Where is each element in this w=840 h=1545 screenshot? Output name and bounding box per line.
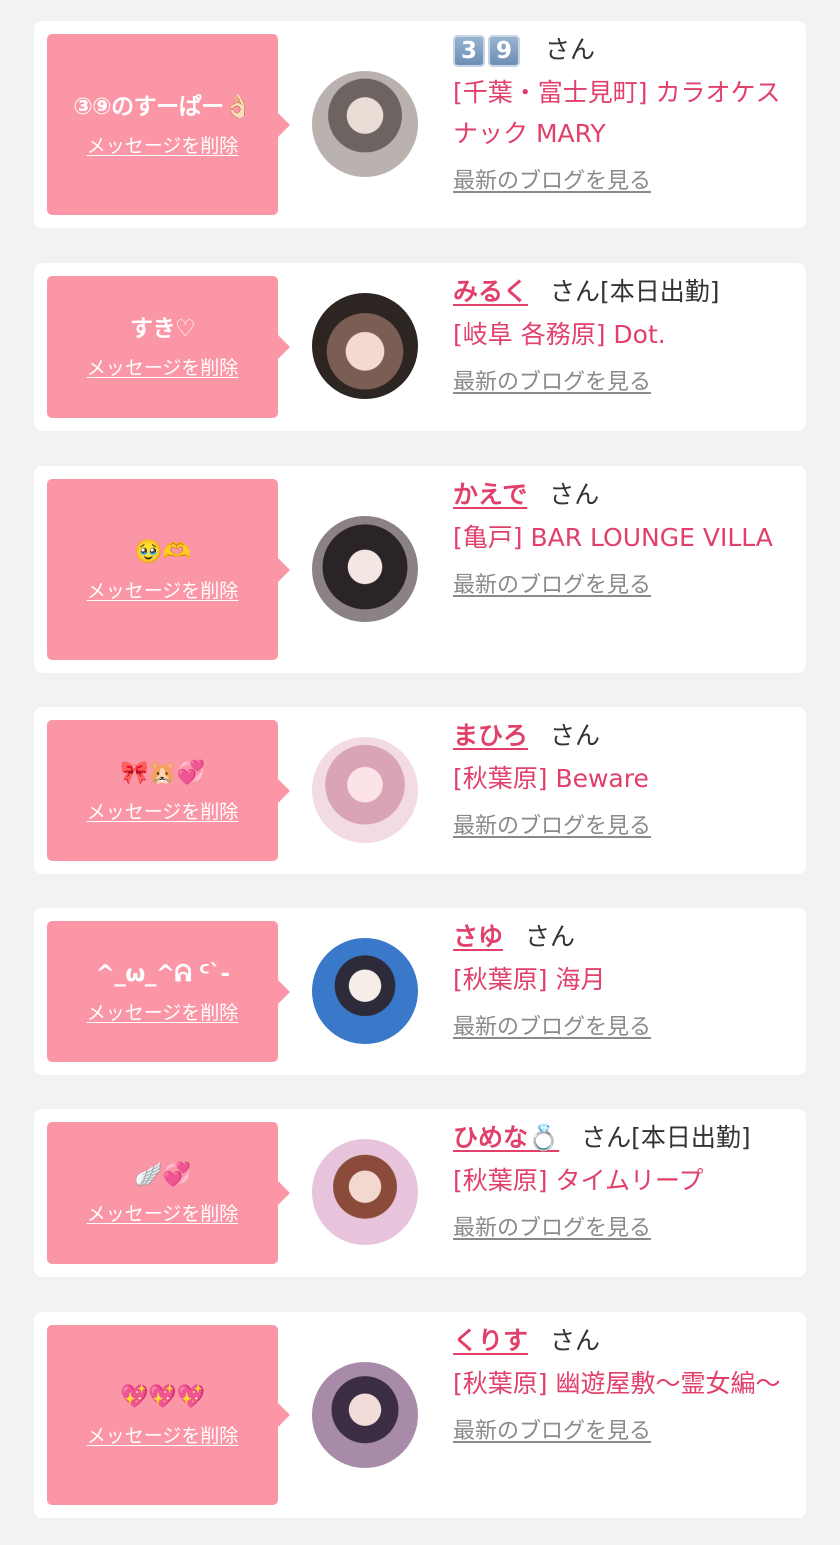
delete-message-link[interactable]: メッセージを削除 bbox=[87, 800, 239, 824]
shop-name[interactable]: [秋葉原] Beware bbox=[453, 758, 798, 799]
cast-name-link[interactable]: くりす bbox=[453, 1326, 528, 1355]
delete-message-link[interactable]: メッセージを削除 bbox=[87, 1202, 239, 1226]
list-item: 🎀🐹💞 メッセージを削除 まひろ さん [秋葉原] Beware 最新のブログを見… bbox=[34, 707, 806, 874]
message-bubble: 🎀🐹💞 メッセージを削除 bbox=[47, 720, 290, 861]
message-text: 💖💖💖 bbox=[120, 1384, 205, 1410]
attendance-badge: [本日出勤] bbox=[600, 277, 720, 306]
cast-info: まひろ さん [秋葉原] Beware 最新のブログを見る bbox=[453, 719, 798, 842]
message-bubble: すき♡ メッセージを削除 bbox=[47, 276, 290, 418]
latest-blog-link[interactable]: 最新のブログを見る bbox=[453, 1214, 651, 1244]
latest-blog-link[interactable]: 最新のブログを見る bbox=[453, 1013, 651, 1043]
name-emoji-9-icon: 9 bbox=[488, 35, 520, 67]
delete-message-link[interactable]: メッセージを削除 bbox=[87, 579, 239, 603]
list-item: ^_ω_^ᕱ ᑦ`- メッセージを削除 さゆ さん [秋葉原] 海月 最新のブログ… bbox=[34, 908, 806, 1075]
delete-message-link[interactable]: メッセージを削除 bbox=[87, 1001, 239, 1025]
honorific: さん bbox=[545, 35, 596, 64]
avatar[interactable] bbox=[312, 293, 418, 399]
cast-info: みるく さん[本日出勤] [岐阜 各務原] Dot. 最新のブログを見る bbox=[453, 275, 798, 398]
name-emoji-3-icon: 3 bbox=[453, 35, 485, 67]
cast-info: かえで さん [亀戸] BAR LOUNGE VILLA 最新のブログを見る bbox=[453, 478, 798, 601]
honorific: さん bbox=[550, 1326, 601, 1355]
latest-blog-link[interactable]: 最新のブログを見る bbox=[453, 368, 651, 398]
name-line: ひめな💍 さん[本日出勤] bbox=[453, 1121, 798, 1155]
latest-blog-link[interactable]: 最新のブログを見る bbox=[453, 1417, 651, 1447]
shop-name[interactable]: [秋葉原] 海月 bbox=[453, 959, 798, 1000]
message-bubble: 💖💖💖 メッセージを削除 bbox=[47, 1325, 290, 1505]
cast-name-link[interactable]: まひろ bbox=[453, 721, 528, 750]
avatar[interactable] bbox=[312, 1139, 418, 1245]
shop-name[interactable]: [千葉・富士見町] カラオケスナック MARY bbox=[453, 72, 798, 154]
cast-info: さゆ さん [秋葉原] 海月 最新のブログを見る bbox=[453, 920, 798, 1043]
name-line: みるく さん[本日出勤] bbox=[453, 275, 798, 309]
honorific: さん bbox=[581, 1123, 632, 1152]
list-item: 🪽💞 メッセージを削除 ひめな💍 さん[本日出勤] [秋葉原] タイムリープ 最新… bbox=[34, 1109, 806, 1277]
name-line: くりす さん bbox=[453, 1324, 798, 1358]
shop-name[interactable]: [秋葉原] タイムリープ bbox=[453, 1160, 798, 1201]
message-text: 🪽💞 bbox=[134, 1162, 191, 1188]
cast-name-link[interactable]: かえで bbox=[453, 480, 527, 509]
message-list: ③⑨のすーぱー👌🏻 メッセージを削除 3 9 さん [千葉・富士見町] カラオケスナ… bbox=[0, 0, 840, 1545]
shop-name[interactable]: [秋葉原] 幽遊屋敷〜霊女編〜 bbox=[453, 1363, 798, 1404]
delete-message-link[interactable]: メッセージを削除 bbox=[87, 356, 239, 380]
cast-name-link[interactable]: さゆ bbox=[453, 922, 503, 951]
avatar[interactable] bbox=[312, 938, 418, 1044]
delete-message-link[interactable]: メッセージを削除 bbox=[87, 1424, 239, 1448]
message-text: ^_ω_^ᕱ ᑦ`- bbox=[95, 960, 230, 987]
message-bubble: 🪽💞 メッセージを削除 bbox=[47, 1122, 290, 1264]
honorific: さん bbox=[525, 922, 576, 951]
avatar[interactable] bbox=[312, 516, 418, 622]
name-line: さゆ さん bbox=[453, 920, 798, 954]
cast-name-link[interactable]: みるく bbox=[453, 277, 528, 306]
cast-info: 3 9 さん [千葉・富士見町] カラオケスナック MARY 最新のブログを見る bbox=[453, 33, 798, 197]
avatar[interactable] bbox=[312, 737, 418, 843]
attendance-badge: [本日出勤] bbox=[631, 1123, 751, 1152]
delete-message-link[interactable]: メッセージを削除 bbox=[87, 134, 239, 158]
name-line: かえで さん bbox=[453, 478, 798, 512]
message-text: ③⑨のすーぱー👌🏻 bbox=[73, 93, 252, 120]
message-bubble: 🥹🫶 メッセージを削除 bbox=[47, 479, 290, 660]
cast-name-link[interactable]: ひめな💍 bbox=[453, 1123, 559, 1152]
honorific: さん bbox=[550, 721, 601, 750]
name-line: 3 9 さん bbox=[453, 33, 798, 67]
cast-info: くりす さん [秋葉原] 幽遊屋敷〜霊女編〜 最新のブログを見る bbox=[453, 1324, 798, 1447]
list-item: 💖💖💖 メッセージを削除 くりす さん [秋葉原] 幽遊屋敷〜霊女編〜 最新のブロ… bbox=[34, 1312, 806, 1518]
avatar[interactable] bbox=[312, 1362, 418, 1468]
message-text: 🎀🐹💞 bbox=[120, 759, 205, 786]
message-text: 🥹🫶 bbox=[134, 538, 191, 565]
cast-info: ひめな💍 さん[本日出勤] [秋葉原] タイムリープ 最新のブログを見る bbox=[453, 1121, 798, 1244]
name-line: まひろ さん bbox=[453, 719, 798, 753]
shop-name[interactable]: [岐阜 各務原] Dot. bbox=[453, 314, 798, 355]
honorific: さん bbox=[549, 480, 600, 509]
latest-blog-link[interactable]: 最新のブログを見る bbox=[453, 167, 651, 197]
avatar[interactable] bbox=[312, 71, 418, 177]
list-item: 🥹🫶 メッセージを削除 かえで さん [亀戸] BAR LOUNGE VILLA … bbox=[34, 466, 806, 673]
list-item: すき♡ メッセージを削除 みるく さん[本日出勤] [岐阜 各務原] Dot. 最… bbox=[34, 263, 806, 431]
message-text: すき♡ bbox=[129, 316, 196, 342]
latest-blog-link[interactable]: 最新のブログを見る bbox=[453, 571, 651, 601]
list-item: ③⑨のすーぱー👌🏻 メッセージを削除 3 9 さん [千葉・富士見町] カラオケスナ… bbox=[34, 21, 806, 228]
latest-blog-link[interactable]: 最新のブログを見る bbox=[453, 812, 651, 842]
message-bubble: ③⑨のすーぱー👌🏻 メッセージを削除 bbox=[47, 34, 290, 215]
message-bubble: ^_ω_^ᕱ ᑦ`- メッセージを削除 bbox=[47, 921, 290, 1062]
honorific: さん bbox=[550, 277, 601, 306]
shop-name[interactable]: [亀戸] BAR LOUNGE VILLA bbox=[453, 517, 798, 558]
